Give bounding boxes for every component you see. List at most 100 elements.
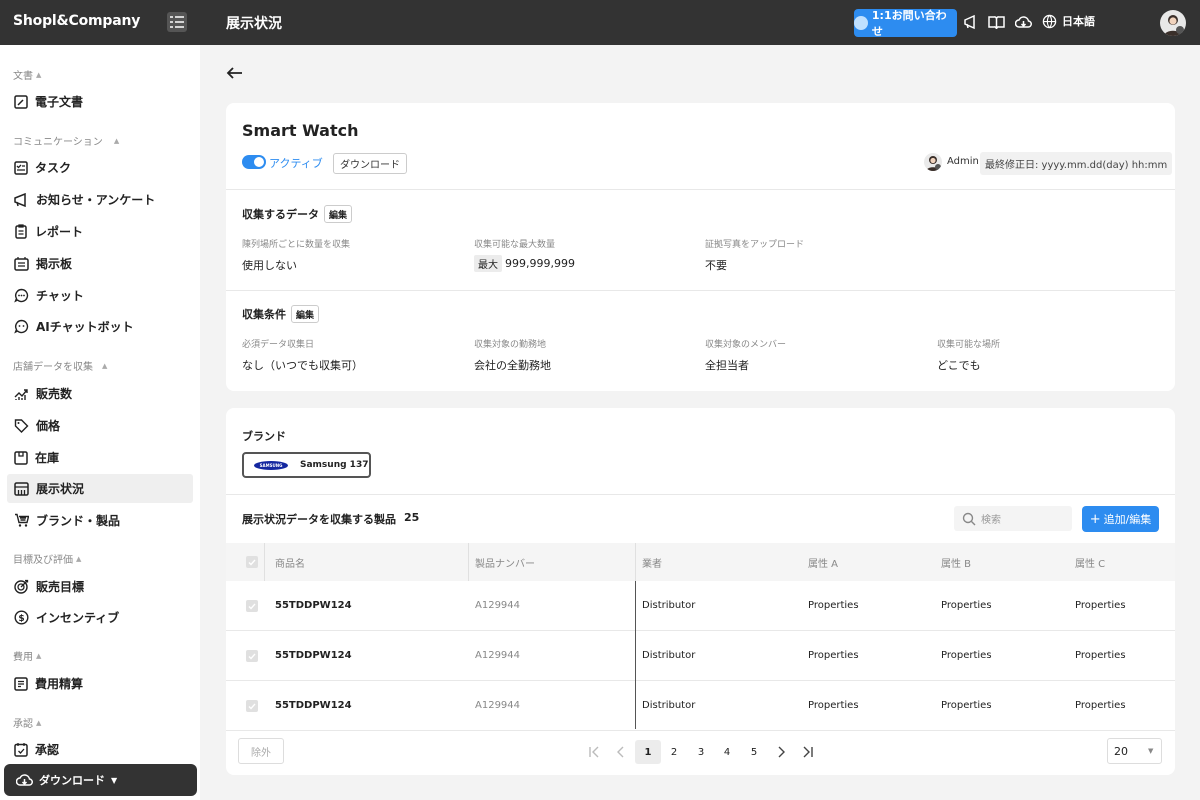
collect-data-edit-button[interactable]: 編集 [324,205,353,223]
table-row[interactable]: 55TDDPW124 A129944 Distributor Propertie… [226,632,1175,681]
page-button[interactable]: 4 [714,740,740,764]
products-card: ブランド SAMSUNG Samsung 137 展示状況データを収集する製品 … [226,408,1175,775]
table-header: 商品名 製品ナンバー 業者 属性 A 属性 B 属性 C [226,543,1175,581]
column-header[interactable]: 属性 A [808,555,838,570]
row-checkbox[interactable] [246,700,258,712]
add-edit-button[interactable]: + 追加/編集 [1082,506,1159,532]
product-list-label: 展示状況データを収集する製品 [242,513,396,526]
sidebar-item-label: 販売数 [36,387,73,401]
table-row[interactable]: 55TDDPW124 A129944 Distributor Propertie… [226,682,1175,731]
user-avatar[interactable] [1160,10,1186,36]
sidebar-item-sales[interactable]: 販売数 [7,379,193,408]
sidebar-item-incentive[interactable]: $ インセンティブ [7,603,193,632]
language-selector[interactable]: 日本語 [1042,13,1095,29]
page-button[interactable]: 3 [688,740,714,764]
page-button[interactable]: 1 [635,740,661,764]
row-checkbox[interactable] [246,650,258,662]
sidebar-item-brand-product[interactable]: ブランド・製品 [7,506,193,535]
per-page-select[interactable]: 20 ▼ [1107,738,1162,764]
sidebar-item-notice[interactable]: お知らせ・アンケート [7,185,193,214]
add-edit-label: 追加/編集 [1103,513,1152,526]
search-input[interactable]: 検索 [954,506,1072,531]
sidebar-item-chat[interactable]: チャット [7,281,193,310]
plus-icon: + [1089,511,1101,527]
next-page-icon[interactable] [768,740,794,764]
svg-text:$: $ [18,614,24,624]
field-value: 不要 [705,259,727,272]
sidebar-item-task[interactable]: タスク [7,153,193,182]
column-header[interactable]: 製品ナンバー [475,555,535,570]
conditions-edit-button[interactable]: 編集 [291,305,320,323]
row-checkbox[interactable] [246,600,258,612]
company-logo[interactable]: Shopl&Company [13,13,140,29]
sidebar-item-ai-chatbot[interactable]: AIチャットボット [7,312,193,341]
section-goals[interactable]: 目標及び評価 ▲ [13,551,81,567]
product-name: 55TDDPW124 [275,600,352,611]
active-toggle[interactable] [242,155,266,169]
table-row[interactable]: 55TDDPW124 A129944 Distributor Propertie… [226,582,1175,631]
brand-title: ブランド [242,430,286,443]
exclude-button[interactable]: 除外 [238,738,284,764]
sidebar-item-label: 販売目標 [36,580,85,594]
page-button[interactable]: 5 [741,740,767,764]
megaphone-icon[interactable] [962,13,980,31]
sidebar-item-label: インセンティブ [36,611,120,625]
section-approval[interactable]: 承認 ▲ [13,715,41,731]
sidebar-item-stock[interactable]: 在庫 [7,443,193,472]
first-page-icon[interactable] [581,740,607,764]
column-header[interactable]: 商品名 [275,555,305,570]
sidebar-item-label: 費用精算 [35,677,84,691]
prev-page-icon[interactable] [608,740,634,764]
divider [226,494,1175,495]
sidebar-item-label: お知らせ・アンケート [36,193,156,207]
divider [226,189,1175,190]
frozen-column-divider[interactable] [635,581,636,729]
detail-title: Smart Watch [242,121,359,140]
select-all-checkbox[interactable] [246,556,258,568]
sidebar-item-board[interactable]: 掲示板 [7,249,193,278]
column-header[interactable]: 属性 C [1075,555,1105,570]
field-value: 会社の全勤務地 [474,359,551,372]
sidebar-item-expense-settle[interactable]: 費用精算 [7,669,193,698]
sidebar-item-sales-target[interactable]: 販売目標 [7,572,193,601]
receipt-icon [14,676,28,691]
admin-name: Admin [947,156,979,167]
section-communication[interactable]: コミュニケーション ▲ [13,133,119,149]
check-icon [248,703,256,710]
section-documents[interactable]: 文書 ▲ [13,67,41,83]
last-page-icon[interactable] [795,740,821,764]
sidebar-item-label: 承認 [35,743,60,757]
field-value: なし（いつでも収集可） [242,359,363,372]
cloud-download-icon[interactable] [1014,13,1032,31]
download-menu-button[interactable]: ダウンロード ▼ [4,764,197,796]
collapse-triangle-icon: ▲ [36,651,42,660]
field-label: 収集可能な最大数量 [474,240,556,250]
back-arrow-icon[interactable] [226,64,244,86]
product-name: 55TDDPW124 [275,650,352,661]
book-icon[interactable] [987,13,1005,31]
target-icon [14,579,29,594]
contact-button[interactable]: 1:1お問い合わせ [854,9,957,38]
globe-icon [1042,14,1057,28]
attribute-b: Properties [941,700,992,711]
sidebar-item-report[interactable]: レポート [7,217,193,246]
brand-chip-samsung[interactable]: SAMSUNG Samsung 137 [242,452,371,478]
section-expenses[interactable]: 費用 ▲ [13,648,42,664]
sidebar-item-approval[interactable]: 承認 [7,735,193,764]
column-header[interactable]: 業者 [642,555,662,570]
store-display-icon [14,481,29,496]
attribute-a: Properties [808,700,859,711]
sidebar-item-price[interactable]: 価格 [7,411,193,440]
column-header[interactable]: 属性 B [941,555,971,570]
vendor: Distributor [642,650,696,661]
page-button[interactable]: 2 [661,740,687,764]
field-value: 使用しない [242,259,297,272]
max-tag: 最大 [474,255,502,272]
section-goals-label: 目標及び評価 [13,555,73,566]
sidebar-item-e-document[interactable]: 電子文書 [7,87,193,116]
sidebar-item-display[interactable]: 展示状況 [7,474,193,503]
column-divider [635,543,636,581]
menu-toggle-button[interactable] [167,12,187,32]
download-button[interactable]: ダウンロード [333,153,407,174]
section-store-data[interactable]: 店舗データを収集 ▲ [13,358,107,374]
